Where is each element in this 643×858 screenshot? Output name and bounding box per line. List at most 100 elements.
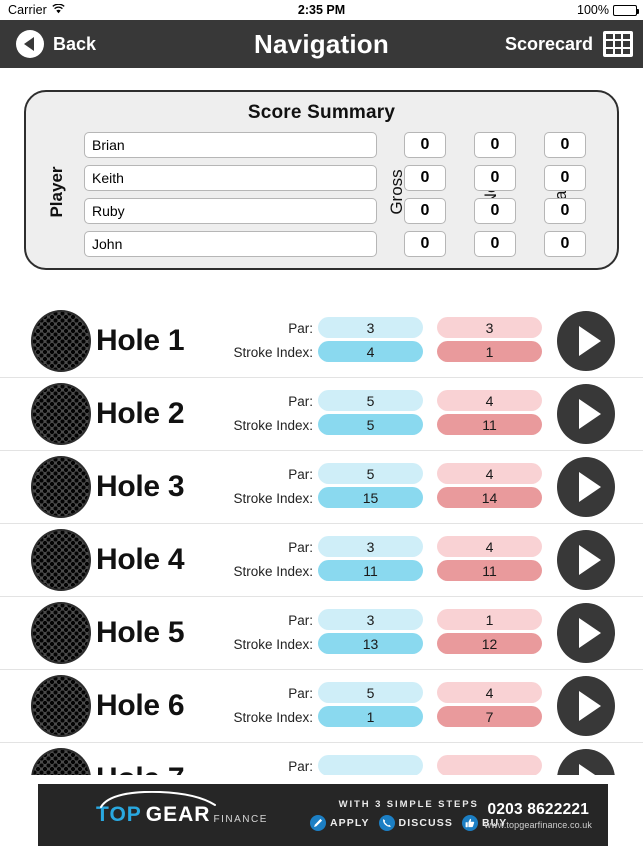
par-label: Par:	[288, 467, 313, 482]
stroke-index-blue-value: 15	[318, 487, 423, 508]
hole-row[interactable]: Hole 2 Par: Stroke Index: 5 4 5 11	[0, 378, 643, 451]
stroke-index-pink-value: 1	[437, 341, 542, 362]
play-button[interactable]	[557, 530, 615, 590]
thumbs-up-icon	[461, 815, 478, 831]
battery-percent-label: 100%	[577, 3, 609, 17]
ad-step-label: APPLY	[330, 817, 370, 829]
stroke-index-pink-value: 11	[437, 560, 542, 581]
net-score-value: 0	[474, 165, 516, 191]
hole-row[interactable]: Hole 3 Par: Stroke Index: 5 4 15 14	[0, 451, 643, 524]
gross-score-value: 0	[404, 132, 446, 158]
hole-name-label: Hole 3	[96, 470, 185, 503]
par-pink-value: 4	[437, 390, 542, 411]
player-name-input[interactable]	[84, 132, 377, 158]
stroke-index-blue-value: 11	[318, 560, 423, 581]
hole-metric-labels: Par: Stroke Index:	[208, 463, 313, 511]
score-summary-title: Score Summary	[247, 102, 396, 123]
stroke-index-label: Stroke Index:	[233, 564, 313, 579]
play-icon	[579, 326, 601, 356]
hole-name-label: Hole 6	[96, 689, 185, 722]
golf-ball-icon	[31, 456, 91, 518]
play-button[interactable]	[557, 311, 615, 371]
stroke-index-blue-value: 5	[318, 414, 423, 435]
par-blue-value: 3	[318, 609, 423, 630]
par-pink-value: 4	[437, 536, 542, 557]
par-label: Par:	[288, 321, 313, 336]
ad-step-discuss[interactable]: DISCUSS	[378, 815, 453, 831]
stroke-index-label: Stroke Index:	[233, 637, 313, 652]
par-label: Par:	[288, 759, 313, 774]
summary-row	[84, 231, 377, 257]
stroke-index-blue-value: 4	[318, 341, 423, 362]
grid-icon	[603, 31, 633, 57]
golf-ball-icon	[31, 748, 91, 775]
advertisement-banner[interactable]: TOP GEAR FINANCE WITH 3 SIMPLE STEPS APP…	[38, 784, 608, 846]
par-label: Par:	[288, 394, 313, 409]
ad-brand-logo: TOP GEAR FINANCE	[96, 790, 268, 827]
hole-row[interactable]: Hole 6 Par: Stroke Index: 5 4 1 7	[0, 670, 643, 743]
scorecard-button-label: Scorecard	[504, 33, 593, 54]
play-button[interactable]	[557, 603, 615, 663]
hole-values: 5 4 5 11	[318, 390, 542, 438]
par-pink-value: 4	[437, 682, 542, 703]
stroke-index-label: Stroke Index:	[233, 418, 313, 433]
hole-name-label: Hole 7	[96, 762, 185, 775]
play-button[interactable]	[557, 676, 615, 736]
hole-list[interactable]: Hole 1 Par: Stroke Index: 3 3 4 1 Hole 2 Par: Str…	[0, 305, 643, 775]
hole-metric-labels: Par: Stroke Index:	[208, 390, 313, 438]
hole-row[interactable]: Hole 4 Par: Stroke Index: 3 4 11 11	[0, 524, 643, 597]
player-name-input[interactable]	[84, 198, 377, 224]
ad-steps-title: WITH 3 SIMPLE STEPS	[338, 799, 479, 810]
ad-website-url: www.topgearfinance.co.uk	[484, 819, 592, 830]
stroke-index-pink-value: 7	[437, 706, 542, 727]
gross-score-value: 0	[404, 198, 446, 224]
phone-icon	[378, 815, 395, 831]
hole-name-label: Hole 4	[96, 543, 185, 576]
score-summary-panel: Score Summary Player Gross Net Stable 0 …	[24, 90, 619, 270]
play-icon	[579, 472, 601, 502]
golf-ball-icon	[31, 602, 91, 664]
ad-steps-block: WITH 3 SIMPLE STEPS APPLY DISCUSS BUY	[310, 799, 507, 831]
golf-ball-icon	[31, 383, 91, 445]
player-name-input[interactable]	[84, 165, 377, 191]
status-bar: Carrier 2:35 PM 100%	[0, 0, 643, 20]
par-blue-value	[318, 755, 423, 775]
hole-row[interactable]: Hole 1 Par: Stroke Index: 3 3 4 1	[0, 305, 643, 378]
play-button[interactable]	[557, 384, 615, 444]
scorecard-button[interactable]: Scorecard	[505, 31, 633, 57]
ad-step-apply[interactable]: APPLY	[310, 815, 370, 831]
play-button[interactable]	[557, 749, 615, 775]
hole-row[interactable]: Hole 7 Par:Stroke Index:	[0, 743, 643, 775]
par-blue-value: 5	[318, 390, 423, 411]
net-score-value: 0	[474, 198, 516, 224]
par-blue-value: 3	[318, 317, 423, 338]
battery-full-icon	[613, 4, 639, 16]
hole-metric-labels: Par: Stroke Index:	[208, 682, 313, 730]
hole-metric-labels: Par: Stroke Index:	[208, 609, 313, 657]
stroke-index-pink-value: 11	[437, 414, 542, 435]
player-name-input[interactable]	[84, 231, 377, 257]
stroke-index-blue-value: 13	[318, 633, 423, 654]
play-button[interactable]	[557, 457, 615, 517]
status-bar-right: 100%	[577, 3, 639, 17]
stroke-index-blue-value: 1	[318, 706, 423, 727]
hole-values: 3 4 11 11	[318, 536, 542, 584]
par-pink-value	[437, 755, 542, 775]
hole-values: 3341	[318, 317, 542, 365]
hole-values: 5 4 15 14	[318, 463, 542, 511]
hole-metric-labels: Par: Stroke Index:	[208, 317, 313, 365]
hole-name-label: Hole 5	[96, 616, 185, 649]
gross-score-value: 0	[404, 231, 446, 257]
hole-values: 3 1 13 12	[318, 609, 542, 657]
net-score-value: 0	[474, 231, 516, 257]
stroke-index-label: Stroke Index:	[233, 345, 313, 360]
status-bar-time: 2:35 PM	[297, 3, 346, 17]
par-blue-value: 5	[318, 463, 423, 484]
play-icon	[579, 545, 601, 575]
par-label: Par:	[288, 540, 313, 555]
hole-row[interactable]: Hole 5 Par: Stroke Index: 3 1 13 12	[0, 597, 643, 670]
hole-values	[318, 755, 542, 775]
play-icon	[579, 399, 601, 429]
golf-ball-icon	[31, 529, 91, 591]
par-label: Par:	[288, 613, 313, 628]
